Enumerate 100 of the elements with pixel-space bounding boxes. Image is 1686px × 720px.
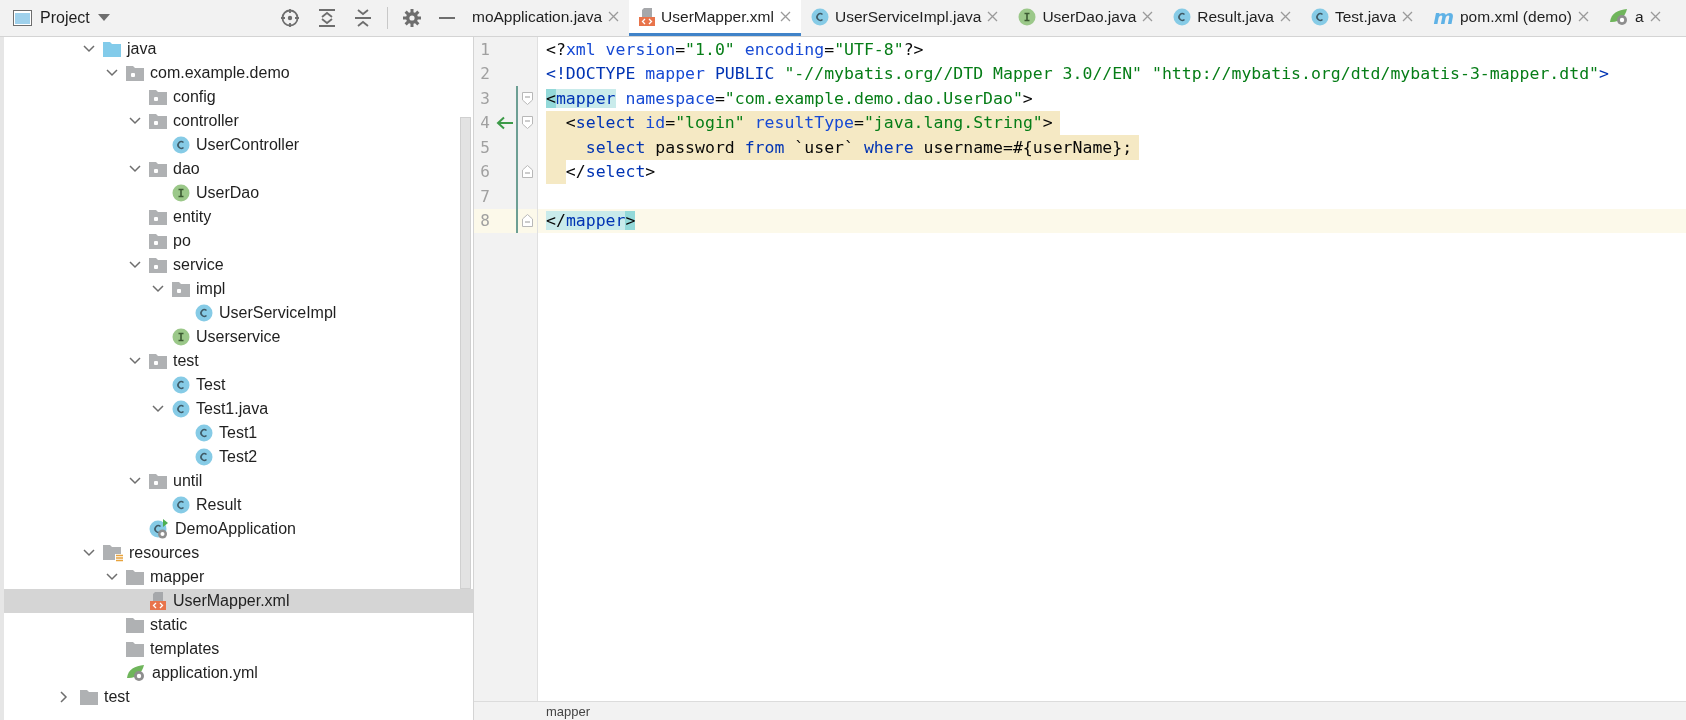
close-icon[interactable] — [608, 11, 620, 22]
line-number: 8 — [479, 211, 491, 231]
tree-item[interactable]: entity — [4, 205, 473, 229]
code-line: <mapper namespace="com.example.demo.dao.UserDao"> — [546, 87, 1034, 110]
tree-item[interactable]: UserDao — [4, 181, 473, 205]
editor-tab[interactable]: Test.java — [1301, 0, 1424, 36]
locate-icon[interactable] — [280, 8, 300, 28]
breadcrumb-item[interactable]: mapper — [546, 703, 591, 719]
chevron-down-icon[interactable] — [129, 261, 141, 269]
chevron-down-icon[interactable] — [106, 573, 118, 581]
tree-item[interactable]: Test2 — [4, 445, 473, 469]
close-icon[interactable] — [779, 11, 791, 22]
class-icon — [172, 400, 190, 418]
chevron-down-icon[interactable] — [129, 477, 141, 485]
package-folder-icon — [172, 281, 190, 297]
tree-item[interactable]: until — [4, 469, 473, 493]
editor-tab[interactable]: a — [1598, 0, 1671, 36]
class-icon — [172, 136, 190, 154]
expand-all-icon[interactable] — [318, 8, 336, 28]
editor-tab[interactable]: moApplication.java — [466, 0, 630, 36]
folder-icon — [80, 689, 98, 705]
tree-item[interactable]: Result — [4, 493, 473, 517]
package-folder-icon — [126, 65, 144, 81]
interface-icon — [1018, 7, 1037, 26]
folder-icon — [126, 617, 144, 633]
tree-item[interactable]: Userservice — [4, 325, 473, 349]
tree-item[interactable]: com.example.demo — [4, 61, 473, 85]
interface-icon — [172, 328, 190, 346]
tree-item[interactable]: dao — [4, 157, 473, 181]
tree-item[interactable]: UserMapper.xml — [4, 589, 473, 613]
editor-tab[interactable]: UserServiceImpl.java — [800, 0, 1009, 36]
chevron-down-icon[interactable] — [129, 357, 141, 365]
xml-file-icon — [149, 592, 167, 610]
hide-icon[interactable] — [439, 16, 455, 20]
close-icon[interactable] — [1402, 11, 1414, 22]
arrow-left-icon[interactable] — [496, 115, 514, 130]
close-icon[interactable] — [987, 11, 999, 22]
line-number: 1 — [479, 39, 491, 59]
leaf-gear-icon — [1608, 7, 1629, 26]
class-icon — [195, 448, 213, 466]
class-icon — [195, 304, 213, 322]
chevron-down-icon[interactable] — [83, 549, 95, 557]
tree-item[interactable]: test — [4, 349, 473, 373]
close-icon[interactable] — [1280, 11, 1291, 22]
line-number: 5 — [479, 137, 491, 157]
tree-item[interactable]: controller — [4, 109, 473, 133]
tree-item[interactable]: Test1 — [4, 421, 473, 445]
line-number: 6 — [479, 162, 491, 182]
chevron-down-icon[interactable] — [152, 405, 164, 413]
editor-tab[interactable]: UserDao.java — [1008, 0, 1164, 36]
tree-item[interactable]: resources — [4, 541, 473, 565]
editor-tab[interactable]: Result.java — [1163, 0, 1301, 36]
chevron-right-icon[interactable] — [60, 691, 68, 703]
tree-item[interactable]: UserController — [4, 133, 473, 157]
folder-icon — [103, 41, 121, 57]
tree-item[interactable]: DemoApplication — [4, 517, 473, 541]
close-icon[interactable] — [1142, 11, 1154, 22]
application-class-icon — [149, 519, 169, 539]
chevron-down-icon[interactable] — [129, 165, 141, 173]
interface-icon — [172, 184, 190, 202]
tree-item[interactable]: UserServiceImpl — [4, 301, 473, 325]
project-panel-icon — [13, 10, 32, 26]
close-icon[interactable] — [1649, 11, 1661, 22]
folder-icon — [126, 641, 144, 657]
line-number: 7 — [479, 186, 491, 206]
package-folder-icon — [149, 257, 167, 273]
tree-item[interactable]: config — [4, 85, 473, 109]
tree-item[interactable]: Test — [4, 373, 473, 397]
package-folder-icon — [149, 209, 167, 225]
close-icon[interactable] — [1577, 11, 1589, 22]
package-folder-icon — [149, 353, 167, 369]
package-folder-icon — [149, 89, 167, 105]
scrollbar-thumb[interactable] — [460, 117, 471, 589]
settings-icon[interactable] — [403, 9, 421, 27]
tree-item[interactable]: java — [4, 37, 473, 61]
tree-item[interactable]: service — [4, 253, 473, 277]
tree-item[interactable]: templates — [4, 637, 473, 661]
tree-item[interactable]: application.yml — [4, 661, 473, 685]
code-line: </mapper> — [546, 210, 637, 233]
chevron-down-icon[interactable] — [129, 117, 141, 125]
chevron-down-icon[interactable] — [152, 285, 164, 293]
panel-title[interactable]: Project — [40, 9, 90, 27]
tree-item[interactable]: Test1.java — [4, 397, 473, 421]
package-folder-icon — [149, 233, 167, 249]
editor-tab[interactable]: UserMapper.xml — [629, 0, 801, 36]
code-line: <!DOCTYPE mapper PUBLIC "-//mybatis.org//DTD Mapper 3.0//EN" "http://mybatis.org/dtd/mybatis-3-mapper.dtd"> — [546, 63, 1610, 86]
tree-item[interactable]: static — [4, 613, 473, 637]
dropdown-caret-icon[interactable] — [97, 14, 110, 22]
chevron-down-icon[interactable] — [106, 69, 118, 77]
editor-tab[interactable]: m pom.xml (demo) — [1423, 0, 1599, 36]
tree-item[interactable]: test — [4, 685, 473, 709]
leaf-gear-icon — [126, 664, 146, 682]
chevron-down-icon[interactable] — [83, 45, 95, 53]
class-icon — [1173, 7, 1192, 26]
collapse-all-icon[interactable] — [354, 8, 372, 28]
tree-item[interactable]: mapper — [4, 565, 473, 589]
tree-item[interactable]: impl — [4, 277, 473, 301]
class-icon — [1311, 7, 1329, 26]
xml-file-icon — [639, 7, 656, 26]
tree-item[interactable]: po — [4, 229, 473, 253]
